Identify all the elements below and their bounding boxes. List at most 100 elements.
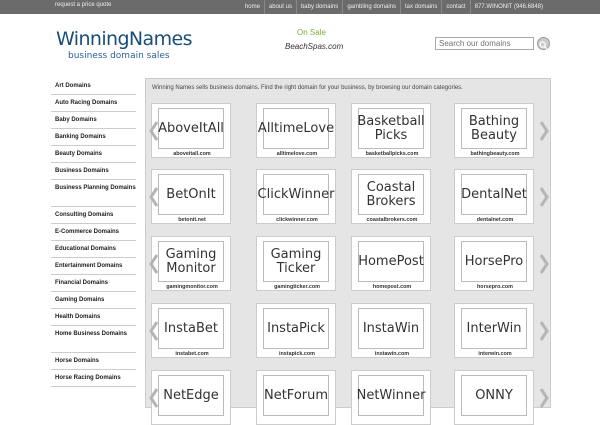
arrow-left-icon[interactable]: [148, 320, 160, 342]
domain-name[interactable]: instawin.com: [352, 351, 432, 357]
domain-logo-text: AboveItAll: [158, 120, 224, 136]
domain-logo-text: Picks: [374, 127, 408, 143]
sidebar-item[interactable]: Gaming Domains: [51, 292, 136, 309]
sidebar-item[interactable]: Financial Domains: [51, 275, 136, 292]
arrow-left-icon[interactable]: [148, 186, 160, 208]
sidebar-item[interactable]: Entertainment Domains: [51, 258, 136, 275]
domain-tile[interactable]: AlltimeLove alltimelove.com: [256, 103, 336, 158]
domain-name[interactable]: homepost.com: [352, 284, 432, 290]
domain-name[interactable]: gamingmonitor.com: [152, 284, 232, 290]
arrow-right-icon[interactable]: [538, 387, 550, 409]
domain-tile[interactable]: BetOnIt betonit.net: [151, 169, 231, 224]
domain-logo-text: HomePost: [358, 253, 424, 269]
arrow-left-icon[interactable]: [148, 387, 160, 409]
sidebar-item[interactable]: Business Planning Domains: [51, 180, 136, 207]
sidebar-item[interactable]: Baby Domains: [51, 112, 136, 129]
top-nav-link[interactable]: contact: [441, 0, 469, 14]
arrow-right-icon[interactable]: [538, 253, 550, 275]
sidebar-item[interactable]: Educational Domains: [51, 241, 136, 258]
on-sale-label: On Sale: [297, 28, 326, 37]
domain-logo-text: InstaBet: [164, 320, 218, 336]
sidebar-item[interactable]: Business Domains: [51, 163, 136, 180]
domain-panel: Winning Names sells business domains. Fi…: [145, 78, 551, 425]
intro-text: Winning Names sells business domains. Fi…: [152, 85, 463, 91]
domain-tile[interactable]: Coastal Brokers coastalbrokers.com: [351, 169, 431, 224]
domain-name[interactable]: interwin.com: [455, 351, 535, 357]
domain-tile[interactable]: InstaWin instawin.com: [351, 303, 431, 358]
logo-name: WinningNames: [56, 28, 192, 50]
domain-tile[interactable]: InterWin interwin.com: [454, 303, 534, 358]
domain-logo: InstaPick: [263, 308, 329, 349]
domain-tile[interactable]: Gaming Monitor gamingmonitor.com: [151, 236, 231, 291]
top-nav-link[interactable]: gambling domains: [342, 0, 400, 14]
domain-tile[interactable]: ONNY: [454, 370, 534, 425]
domain-logo: NetWinner: [356, 375, 426, 416]
price-quote-link[interactable]: request a price quote: [55, 2, 111, 8]
domain-logo-text: ONNY: [475, 387, 513, 403]
domain-tile[interactable]: NetWinner: [351, 370, 431, 425]
sidebar-item[interactable]: Banking Domains: [51, 129, 136, 146]
domain-name[interactable]: coastalbrokers.com: [352, 217, 432, 223]
sidebar-item[interactable]: Auto Racing Domains: [51, 95, 136, 112]
domain-tile[interactable]: Bathing Beauty bathingbeauty.com: [454, 103, 534, 158]
top-nav-link[interactable]: 877.WINONIT (946.6848): [469, 0, 547, 14]
search-icon: [539, 41, 548, 50]
domain-logo: ONNY: [461, 375, 527, 416]
domain-tile[interactable]: Basketball Picks basketballpicks.com: [351, 103, 431, 158]
domain-logo-text: HorsePro: [464, 253, 524, 269]
domain-logo-text: ClickWinner: [257, 186, 335, 202]
domain-logo-text: NetWinner: [356, 387, 426, 403]
domain-logo-text: DentalNet: [461, 186, 527, 202]
sidebar-item[interactable]: Health Domains: [51, 309, 136, 326]
site-logo[interactable]: WinningNames business domain sales: [56, 28, 192, 61]
arrow-left-icon[interactable]: [148, 120, 160, 142]
domain-tile[interactable]: DentalNet dentalnet.com: [454, 169, 534, 224]
domain-logo-text: AlltimeLove: [257, 120, 335, 136]
top-nav-link[interactable]: home: [241, 0, 264, 14]
domain-tile[interactable]: InstaPick instapick.com: [256, 303, 336, 358]
domain-tile[interactable]: AboveItAll aboveitall.com: [151, 103, 231, 158]
domain-name[interactable]: dentalnet.com: [455, 217, 535, 223]
domain-name[interactable]: horsepro.com: [455, 284, 535, 290]
domain-name[interactable]: gamingticker.com: [257, 284, 337, 290]
sidebar-item[interactable]: Home Business Domains: [51, 326, 136, 353]
top-nav-link[interactable]: tax domains: [400, 0, 441, 14]
sidebar-item[interactable]: E-Commerce Domains: [51, 224, 136, 241]
domain-name[interactable]: basketballpicks.com: [352, 151, 432, 157]
sidebar-item[interactable]: Art Domains: [51, 78, 136, 95]
arrow-right-icon[interactable]: [538, 186, 550, 208]
top-nav-link[interactable]: baby domains: [295, 0, 342, 14]
domain-tile[interactable]: HomePost homepost.com: [351, 236, 431, 291]
domain-tile[interactable]: NetEdge: [151, 370, 231, 425]
domain-name[interactable]: bathingbeauty.com: [455, 151, 535, 157]
domain-logo-text: NetEdge: [163, 387, 219, 403]
search-button[interactable]: [537, 37, 550, 50]
domain-logo: DentalNet: [461, 174, 527, 215]
arrow-right-icon[interactable]: [538, 120, 550, 142]
domain-name[interactable]: betonit.net: [152, 217, 232, 223]
top-nav: home about us baby domains gambling domains…: [241, 0, 547, 14]
arrow-left-icon[interactable]: [148, 253, 160, 275]
top-nav-link[interactable]: about us: [263, 0, 296, 14]
sidebar-item[interactable]: Horse Racing Domains: [51, 370, 136, 387]
domain-name[interactable]: clickwinner.com: [257, 217, 337, 223]
domain-name[interactable]: aboveitall.com: [152, 151, 232, 157]
search-input[interactable]: [435, 37, 534, 50]
sidebar-item[interactable]: Horse Domains: [51, 353, 136, 370]
domain-tile[interactable]: Gaming Ticker gamingticker.com: [256, 236, 336, 291]
on-sale-domain-link[interactable]: BeachSpas.com: [285, 42, 345, 51]
domain-tile[interactable]: NetForum: [256, 370, 336, 425]
sidebar-item[interactable]: Consulting Domains: [51, 207, 136, 224]
domain-tile[interactable]: InstaBet instabet.com: [151, 303, 231, 358]
domain-name[interactable]: alltimelove.com: [257, 151, 337, 157]
top-bar: request a price quote home about us baby d…: [0, 0, 600, 14]
domain-tile[interactable]: HorsePro horsepro.com: [454, 236, 534, 291]
arrow-right-icon[interactable]: [538, 320, 550, 342]
domain-logo: AlltimeLove: [258, 108, 334, 149]
domain-name[interactable]: instabet.com: [152, 351, 232, 357]
domain-logo-text: Basketball: [357, 113, 425, 129]
domain-name[interactable]: instapick.com: [257, 351, 337, 357]
domain-logo: Gaming Ticker: [263, 241, 329, 282]
domain-tile[interactable]: ClickWinner clickwinner.com: [256, 169, 336, 224]
sidebar-item[interactable]: Beauty Domains: [51, 146, 136, 163]
